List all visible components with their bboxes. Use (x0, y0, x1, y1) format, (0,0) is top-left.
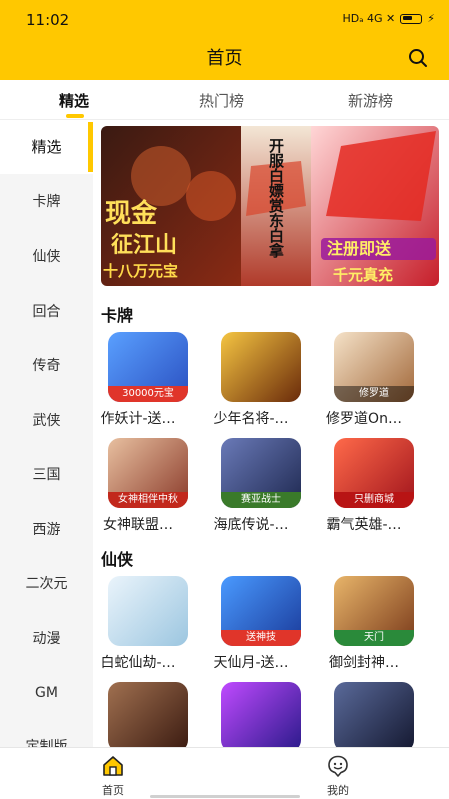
search-icon (409, 49, 427, 67)
status-bar: 11:02 HDₐ 4G ✕ ⚡ (0, 0, 449, 40)
banner-text-gold: 十八万元宝 (103, 262, 178, 280)
game-name: 白蛇仙劫-… (100, 655, 176, 671)
game-card[interactable]: 30000元宝 作妖计-送… (93, 332, 188, 428)
game-card[interactable]: 少年名将-… (206, 332, 301, 428)
game-card[interactable] (319, 682, 414, 747)
game-icon-tag: 只删商城 (334, 492, 414, 508)
sidebar-item-journey-west[interactable]: 西游 (0, 503, 93, 557)
section-title-xianxia: 仙侠 (101, 550, 134, 569)
sidebar-item-gm[interactable]: GM (0, 666, 93, 720)
status-icons: HDₐ 4G ✕ ⚡ (342, 12, 435, 25)
sidebar-item-turn-based[interactable]: 回合 (0, 285, 93, 339)
tab-hot-ranking[interactable]: 热门榜 (199, 90, 244, 111)
game-icon-tag: 天门 (334, 630, 414, 646)
nav-profile-label: 我的 (327, 784, 349, 797)
sidebar-item-three-kingdoms[interactable]: 三国 (0, 448, 93, 502)
game-icon (334, 682, 414, 747)
game-card[interactable]: 送神技 天仙月-送… (206, 576, 301, 672)
game-card[interactable]: 白蛇仙劫-… (93, 576, 188, 672)
game-icon: 女神相伴中秋 (108, 438, 188, 508)
tab-new-ranking[interactable]: 新游榜 (348, 90, 393, 111)
game-icon: 送神技 (221, 576, 301, 646)
banner-text-conquer: 征江山 (111, 232, 177, 258)
sidebar-item-custom[interactable]: 定制版 (0, 720, 93, 747)
game-icon: 天门 (334, 576, 414, 646)
sidebar-item-legend[interactable]: 传奇 (0, 339, 93, 393)
sidebar-item-wuxia[interactable]: 武侠 (0, 394, 93, 448)
banner-text-cash: 现金 (105, 198, 158, 229)
game-name: 御剑封神… (329, 655, 399, 671)
home-indicator (150, 795, 300, 798)
main-content: 现金 征江山 十八万元宝 开服白嫖赏东白拿 注册即送 千元真充 卡牌 30000… (93, 120, 449, 747)
game-card[interactable]: 天门 御剑封神… (319, 576, 414, 672)
game-card[interactable]: 女神相伴中秋 女神联盟… (93, 438, 188, 534)
game-card[interactable] (206, 682, 301, 747)
promo-banner[interactable]: 现金 征江山 十八万元宝 开服白嫖赏东白拿 注册即送 千元真充 (101, 126, 439, 286)
game-card[interactable]: 只删商城 霸气英雄-… (319, 438, 414, 534)
tab-featured[interactable]: 精选 (59, 90, 89, 111)
chat-face-icon (326, 754, 350, 778)
game-icon: 赛亚战士 (221, 438, 301, 508)
game-icon-tag: 30000元宝 (108, 386, 188, 402)
game-name: 女神联盟… (103, 517, 173, 533)
nav-home[interactable]: 首页 (83, 754, 143, 798)
game-card[interactable]: 修罗道 修罗道On… (319, 332, 414, 428)
nav-profile[interactable]: 我的 (308, 754, 368, 798)
game-card[interactable] (93, 682, 188, 747)
page-title: 首页 (206, 48, 243, 69)
game-icon: 30000元宝 (108, 332, 188, 402)
category-sidebar: 精选 卡牌 仙侠 回合 传奇 武侠 三国 西游 二次元 动漫 GM 定制版 (0, 120, 93, 747)
game-icon (221, 332, 301, 402)
sidebar-item-cartoon[interactable]: 动漫 (0, 612, 93, 666)
game-name: 少年名将-… (213, 411, 289, 427)
home-icon (101, 754, 125, 778)
game-icon (221, 682, 301, 747)
bottom-nav: 首页 我的 (0, 747, 449, 799)
game-name: 天仙月-送… (213, 655, 289, 671)
game-name: 霸气英雄-… (326, 517, 402, 533)
game-icon: 修罗道 (334, 332, 414, 402)
banner-artwork: 现金 征江山 十八万元宝 开服白嫖赏东白拿 注册即送 千元真充 (101, 126, 439, 286)
banner-text-register: 注册即送 (327, 239, 392, 258)
charging-icon: ⚡ (427, 12, 435, 25)
status-time: 11:02 (26, 11, 70, 29)
game-icon-tag: 赛亚战士 (221, 492, 301, 508)
banner-text-server-open: 开服白嫖赏东白拿 (267, 138, 285, 259)
game-icon-tag: 女神相伴中秋 (108, 492, 188, 508)
nav-home-label: 首页 (102, 784, 124, 797)
game-name: 海底传说-… (213, 517, 289, 533)
sidebar-item-xianxia[interactable]: 仙侠 (0, 230, 93, 284)
game-name: 作妖计-送… (100, 411, 176, 427)
game-name: 修罗道On… (326, 411, 402, 427)
game-card[interactable]: 赛亚战士 海底传说-… (206, 438, 301, 534)
app-header: 11:02 HDₐ 4G ✕ ⚡ 首页 (0, 0, 449, 80)
game-icon-tag: 送神技 (221, 630, 301, 646)
sidebar-item-card[interactable]: 卡牌 (0, 175, 93, 229)
search-button[interactable] (407, 47, 429, 69)
game-icon (108, 576, 188, 646)
tab-active-indicator (66, 114, 84, 118)
game-icon (108, 682, 188, 747)
network-indicator: HDₐ 4G ✕ (342, 12, 396, 25)
sidebar-item-anime-2d[interactable]: 二次元 (0, 557, 93, 611)
top-tabs: 精选 热门榜 新游榜 (0, 80, 449, 120)
sidebar-item-featured[interactable]: 精选 (0, 120, 93, 174)
battery-icon (400, 13, 423, 24)
banner-text-recharge: 千元真充 (333, 266, 393, 284)
section-title-card: 卡牌 (101, 306, 134, 325)
game-icon-tag: 修罗道 (334, 386, 414, 402)
game-icon: 只删商城 (334, 438, 414, 508)
